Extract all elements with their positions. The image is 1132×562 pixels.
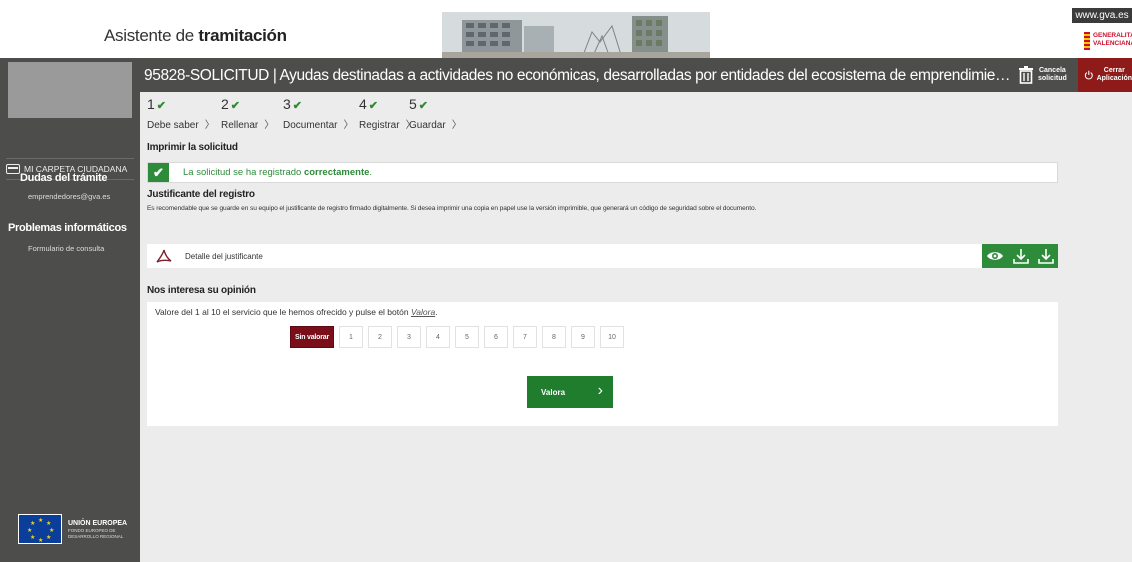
step-name: Debe saber bbox=[147, 120, 199, 131]
rating-7[interactable]: 7 bbox=[513, 326, 537, 348]
dudas-email-link[interactable]: emprendedores@gva.es bbox=[28, 192, 110, 201]
opinion-prompt: Valore del 1 al 10 el servicio que le he… bbox=[155, 307, 438, 317]
success-text: La solicitud se ha registrado correctame… bbox=[183, 167, 372, 178]
opinion-panel: Valore del 1 al 10 el servicio que le he… bbox=[147, 302, 1058, 426]
step-1[interactable]: 1 ✔ Debe saber 〉 bbox=[147, 96, 215, 131]
print-section-title: Imprimir la solicitud bbox=[147, 142, 238, 153]
cancel-line2: solicitud bbox=[1038, 75, 1067, 82]
close-line2: Aplicación bbox=[1096, 75, 1132, 82]
step-2[interactable]: 2 ✔ Rellenar 〉 bbox=[221, 96, 274, 131]
document-name: Detalle del justificante bbox=[185, 251, 263, 261]
valora-inline-link[interactable]: Valora bbox=[411, 307, 435, 317]
prompt-text: Valore del 1 al 10 el servicio que le he… bbox=[155, 307, 411, 317]
step-name: Guardar bbox=[409, 120, 446, 131]
rating-9[interactable]: 9 bbox=[571, 326, 595, 348]
pdf-icon bbox=[156, 249, 172, 263]
opinion-title: Nos interesa su opinión bbox=[147, 285, 256, 296]
briefcase-icon bbox=[6, 164, 20, 174]
success-message: ✔ La solicitud se ha registrado correcta… bbox=[147, 162, 1058, 183]
step-4[interactable]: 4 ✔ Registrar 〉 bbox=[359, 96, 416, 131]
download-icon[interactable] bbox=[1013, 248, 1029, 264]
step-number: 5 bbox=[409, 96, 417, 112]
rating-3[interactable]: 3 bbox=[397, 326, 421, 348]
app-title-bold: tramitación bbox=[198, 26, 287, 45]
rating-2[interactable]: 2 bbox=[368, 326, 392, 348]
chevron-right-icon: › bbox=[597, 382, 603, 399]
eu-sub2: DESARROLLO REGIONAL bbox=[68, 533, 124, 539]
justificante-document-row: Detalle del justificante bbox=[147, 244, 1058, 268]
logo-line1: GENERALITAT bbox=[1093, 32, 1132, 39]
close-label: Cerrar Aplicación bbox=[1097, 67, 1132, 83]
generalitat-mark-icon bbox=[1084, 32, 1090, 50]
procedure-title: 95828-SOLICITUD | Ayudas destinadas a ac… bbox=[144, 67, 1012, 84]
chevron-right-icon: 〉 bbox=[343, 120, 354, 131]
formulario-consulta-link[interactable]: Formulario de consulta bbox=[28, 244, 104, 253]
app-title-prefix: Asistente de bbox=[104, 26, 199, 45]
document-actions bbox=[982, 244, 1058, 268]
eu-title: UNIÓN EUROPEA bbox=[68, 520, 128, 527]
valora-label: Valora bbox=[541, 387, 566, 397]
cancel-label: Cancela solicitud bbox=[1038, 67, 1067, 83]
close-app-button[interactable]: Cerrar Aplicación bbox=[1078, 58, 1132, 92]
close-line1: Cerrar bbox=[1103, 67, 1125, 74]
sidebar: MI CARPETA CIUDADANA Dudas del trámite e… bbox=[0, 58, 140, 562]
gva-link[interactable]: www.gva.es bbox=[1072, 8, 1132, 23]
chevron-right-icon: 〉 bbox=[204, 120, 215, 131]
cancel-line1: Cancela bbox=[1038, 67, 1066, 74]
cancel-request-button[interactable]: Cancela solicitud bbox=[1012, 58, 1076, 92]
success-bold: correctamente bbox=[303, 167, 370, 178]
rating-sin-valorar[interactable]: Sin valorar bbox=[290, 326, 334, 348]
valora-button[interactable]: Valora › bbox=[527, 376, 613, 408]
logo-line2: VALENCIANA bbox=[1093, 40, 1132, 47]
header: Asistente de tramitación www.gva.es GENE… bbox=[0, 0, 1132, 58]
step-number: 3 bbox=[283, 96, 291, 112]
eu-logo: ★ ★ ★ ★ ★ ★ ★ ★ UNIÓN EUROPEA FONDO EUROPEO D… bbox=[18, 512, 130, 546]
check-icon: ✔ bbox=[418, 100, 429, 112]
header-photo bbox=[442, 12, 710, 58]
problemas-heading: Problemas informáticos bbox=[8, 222, 127, 234]
justificante-title: Justificante del registro bbox=[147, 189, 255, 200]
success-prefix: La solicitud se ha registrado bbox=[183, 167, 304, 178]
step-name: Documentar bbox=[283, 120, 338, 131]
dudas-heading: Dudas del trámite bbox=[20, 172, 108, 184]
step-name: Rellenar bbox=[221, 120, 259, 131]
steps-nav: 1 ✔ Debe saber 〉 2 ✔ Rellenar 〉 3 ✔ Documenta… bbox=[147, 96, 747, 138]
buildings-image bbox=[442, 12, 710, 58]
justificante-description: Es recomendable que se guarde en su equi… bbox=[147, 205, 757, 212]
rating-group: Sin valorar 1 2 3 4 5 6 7 8 9 10 bbox=[290, 326, 624, 348]
step-number: 1 bbox=[147, 96, 155, 112]
generalitat-logo-text: GENERALITAT VALENCIANA bbox=[1093, 32, 1132, 48]
rating-1[interactable]: 1 bbox=[339, 326, 363, 348]
step-name: Registrar bbox=[359, 120, 400, 131]
success-suffix: . bbox=[369, 167, 373, 178]
eu-text: UNIÓN EUROPEA FONDO EUROPEO DE DESARROLL… bbox=[68, 519, 127, 539]
prompt-end: . bbox=[435, 307, 438, 317]
chevron-right-icon: 〉 bbox=[451, 120, 462, 131]
download-printable-icon[interactable] bbox=[1037, 248, 1054, 264]
rating-10[interactable]: 10 bbox=[600, 326, 624, 348]
step-5[interactable]: 5 ✔ Guardar 〉 bbox=[409, 96, 462, 131]
rating-4[interactable]: 4 bbox=[426, 326, 450, 348]
step-number: 2 bbox=[221, 96, 229, 112]
generalitat-logo[interactable]: GENERALITAT VALENCIANA bbox=[1084, 30, 1132, 52]
check-icon: ✔ bbox=[292, 100, 303, 112]
eu-flag-icon: ★ ★ ★ ★ ★ ★ ★ ★ bbox=[18, 514, 62, 544]
check-icon: ✔ bbox=[230, 100, 241, 112]
rating-5[interactable]: 5 bbox=[455, 326, 479, 348]
eye-icon[interactable] bbox=[986, 249, 1004, 263]
check-icon: ✔ bbox=[148, 163, 169, 182]
rating-8[interactable]: 8 bbox=[542, 326, 566, 348]
check-icon: ✔ bbox=[368, 100, 379, 112]
step-3[interactable]: 3 ✔ Documentar 〉 bbox=[283, 96, 353, 131]
check-icon: ✔ bbox=[156, 100, 167, 112]
power-icon bbox=[1084, 70, 1093, 80]
rating-6[interactable]: 6 bbox=[484, 326, 508, 348]
title-bar: 95828-SOLICITUD | Ayudas destinadas a ac… bbox=[140, 58, 1132, 92]
sidebar-photo bbox=[8, 62, 132, 118]
trash-icon bbox=[1019, 66, 1033, 84]
app-title: Asistente de tramitación bbox=[104, 26, 287, 46]
chevron-right-icon: 〉 bbox=[264, 120, 275, 131]
step-number: 4 bbox=[359, 96, 367, 112]
